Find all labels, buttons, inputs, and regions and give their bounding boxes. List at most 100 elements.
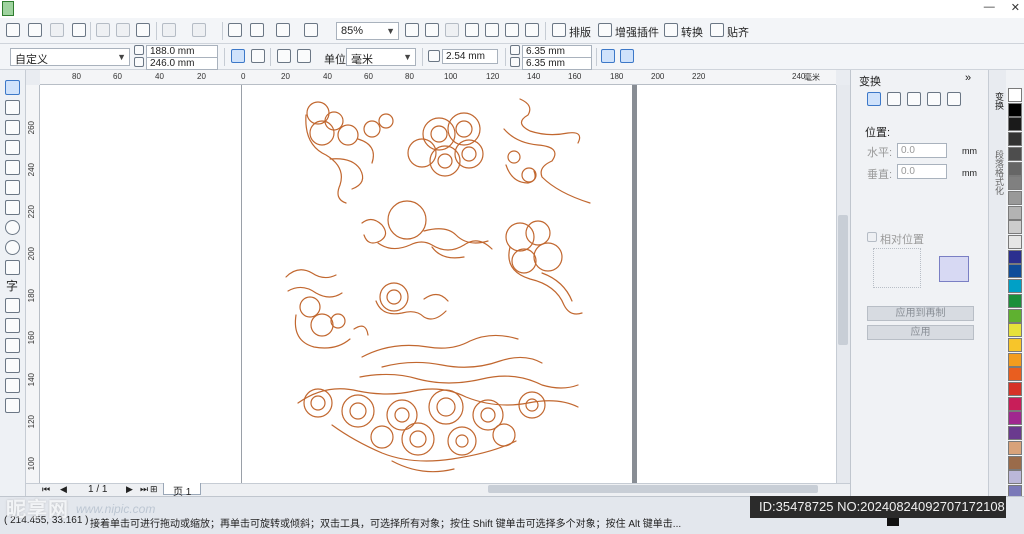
color-swatch[interactable] bbox=[1008, 235, 1022, 249]
color-swatch[interactable] bbox=[1008, 249, 1022, 264]
horizontal-scroll-thumb[interactable] bbox=[488, 485, 818, 493]
text-tool-icon[interactable]: 字 bbox=[6, 277, 18, 294]
color-swatch[interactable] bbox=[1008, 264, 1022, 279]
apply-button[interactable]: 应用 bbox=[867, 325, 974, 340]
color-swatch[interactable] bbox=[1008, 220, 1022, 235]
polygon-tool-icon[interactable] bbox=[5, 240, 20, 255]
scale-transform-icon[interactable] bbox=[907, 92, 921, 106]
next-page-icon[interactable]: ▶ bbox=[126, 484, 133, 495]
pick-tool-icon[interactable] bbox=[5, 80, 20, 95]
color-swatch[interactable] bbox=[1008, 176, 1022, 191]
parallel-dimension-tool-icon[interactable] bbox=[5, 318, 20, 333]
last-page-icon[interactable]: ⏭ bbox=[140, 484, 148, 495]
color-swatch[interactable] bbox=[1008, 382, 1022, 396]
zoom-select[interactable]: 85% ▼ bbox=[336, 22, 399, 40]
color-swatch[interactable] bbox=[1008, 367, 1022, 382]
menu-snap[interactable]: 贴齐 bbox=[727, 24, 749, 40]
zoom-height-icon[interactable] bbox=[525, 23, 539, 37]
color-swatch[interactable] bbox=[1008, 455, 1022, 470]
connector-tool-icon[interactable] bbox=[5, 338, 20, 353]
color-swatch[interactable] bbox=[1008, 352, 1022, 367]
horizontal-field[interactable]: 0.0 bbox=[897, 143, 947, 158]
vertical-ruler[interactable]: 260 240 220 200 180 160 140 120 100 bbox=[26, 85, 40, 483]
rotate-transform-icon[interactable] bbox=[887, 92, 901, 106]
close-button[interactable]: ✕ bbox=[1011, 1, 1020, 14]
color-swatch[interactable] bbox=[1008, 426, 1022, 441]
zoom-tool-icon[interactable] bbox=[5, 140, 20, 155]
color-swatch[interactable] bbox=[1008, 132, 1022, 147]
fill-tool-icon[interactable] bbox=[5, 398, 20, 413]
copy-icon[interactable] bbox=[116, 23, 130, 37]
color-swatch[interactable] bbox=[1008, 411, 1022, 426]
anchor-grid[interactable] bbox=[873, 248, 921, 288]
zoom-page-icon[interactable] bbox=[485, 23, 499, 37]
page-tab[interactable]: 页 1 bbox=[163, 483, 201, 498]
page-size-select[interactable]: 自定义 ▼ bbox=[10, 48, 130, 66]
freehand-tool-icon[interactable] bbox=[5, 160, 20, 175]
menu-plugins[interactable]: 增强插件 bbox=[615, 24, 659, 40]
horizontal-ruler[interactable]: 80 60 40 20 0 20 40 60 80 100 120 140 16… bbox=[40, 70, 836, 85]
current-page-icon[interactable] bbox=[297, 49, 311, 63]
export-icon[interactable] bbox=[250, 23, 264, 37]
position-transform-icon[interactable] bbox=[867, 92, 881, 106]
rectangle-tool-icon[interactable] bbox=[5, 200, 20, 215]
open-icon[interactable] bbox=[28, 23, 42, 37]
color-swatch[interactable] bbox=[1008, 205, 1022, 220]
ellipse-tool-icon[interactable] bbox=[5, 220, 20, 235]
paste-icon[interactable] bbox=[136, 23, 150, 37]
eyedropper-tool-icon[interactable] bbox=[5, 358, 20, 373]
convert-icon[interactable] bbox=[664, 23, 678, 37]
cut-icon[interactable] bbox=[96, 23, 110, 37]
outline-pen-tool-icon[interactable] bbox=[5, 378, 20, 393]
color-swatch[interactable] bbox=[1008, 190, 1022, 205]
nudge-field[interactable]: 2.54 mm bbox=[442, 49, 498, 64]
color-swatch[interactable] bbox=[1008, 323, 1022, 338]
landscape-icon[interactable] bbox=[251, 49, 265, 63]
snap-to-objects-icon[interactable] bbox=[620, 49, 634, 63]
typeset-icon[interactable] bbox=[552, 23, 566, 37]
duplicate-y-field[interactable]: 6.35 mm bbox=[522, 57, 592, 70]
add-page-icon[interactable]: ⊞ bbox=[150, 484, 158, 495]
color-swatch[interactable] bbox=[1008, 279, 1022, 294]
plugins-icon[interactable] bbox=[598, 23, 612, 37]
import-icon[interactable] bbox=[228, 23, 242, 37]
color-swatch[interactable] bbox=[1008, 161, 1022, 176]
smart-fill-tool-icon[interactable] bbox=[5, 180, 20, 195]
color-swatch[interactable] bbox=[1008, 88, 1022, 102]
apply-to-duplicate-button[interactable]: 应用到再制 bbox=[867, 306, 974, 321]
new-icon[interactable] bbox=[6, 23, 20, 37]
vertical-field[interactable]: 0.0 bbox=[897, 164, 947, 179]
tab-transform[interactable]: 变换 bbox=[993, 92, 1006, 110]
skew-transform-icon[interactable] bbox=[947, 92, 961, 106]
table-tool-icon[interactable] bbox=[5, 298, 20, 313]
color-swatch[interactable] bbox=[1008, 308, 1022, 323]
minimize-button[interactable]: — bbox=[984, 1, 995, 14]
zoom-in-icon[interactable] bbox=[405, 23, 419, 37]
size-transform-icon[interactable] bbox=[927, 92, 941, 106]
all-pages-icon[interactable] bbox=[277, 49, 291, 63]
color-swatch[interactable] bbox=[1008, 293, 1022, 308]
cloud-artwork[interactable] bbox=[242, 85, 632, 483]
save-icon[interactable] bbox=[50, 23, 64, 37]
portrait-icon[interactable] bbox=[231, 49, 245, 63]
color-swatch[interactable] bbox=[1008, 102, 1022, 117]
basic-shapes-tool-icon[interactable] bbox=[5, 260, 20, 275]
crop-tool-icon[interactable] bbox=[5, 120, 20, 135]
redo-icon[interactable] bbox=[192, 23, 206, 37]
undo-icon[interactable] bbox=[162, 23, 176, 37]
expand-icon[interactable]: » bbox=[965, 72, 971, 84]
tab-paragraph-format[interactable]: 段落格式化 bbox=[993, 150, 1006, 195]
zoom-selected-icon[interactable] bbox=[445, 23, 459, 37]
color-swatch[interactable] bbox=[1008, 146, 1022, 161]
unit-select[interactable]: 毫米 ▼ bbox=[346, 48, 416, 66]
color-swatch[interactable] bbox=[1008, 470, 1022, 485]
color-swatch[interactable] bbox=[1008, 396, 1022, 411]
zoom-all-icon[interactable] bbox=[465, 23, 479, 37]
zoom-width-icon[interactable] bbox=[505, 23, 519, 37]
vertical-scroll-thumb[interactable] bbox=[838, 215, 848, 345]
app-launcher-icon[interactable] bbox=[304, 23, 318, 37]
page-height-field[interactable]: 246.0 mm bbox=[146, 57, 218, 70]
menu-typeset[interactable]: 排版 bbox=[569, 24, 591, 40]
snap-icon[interactable] bbox=[710, 23, 724, 37]
treat-as-filled-icon[interactable] bbox=[601, 49, 615, 63]
